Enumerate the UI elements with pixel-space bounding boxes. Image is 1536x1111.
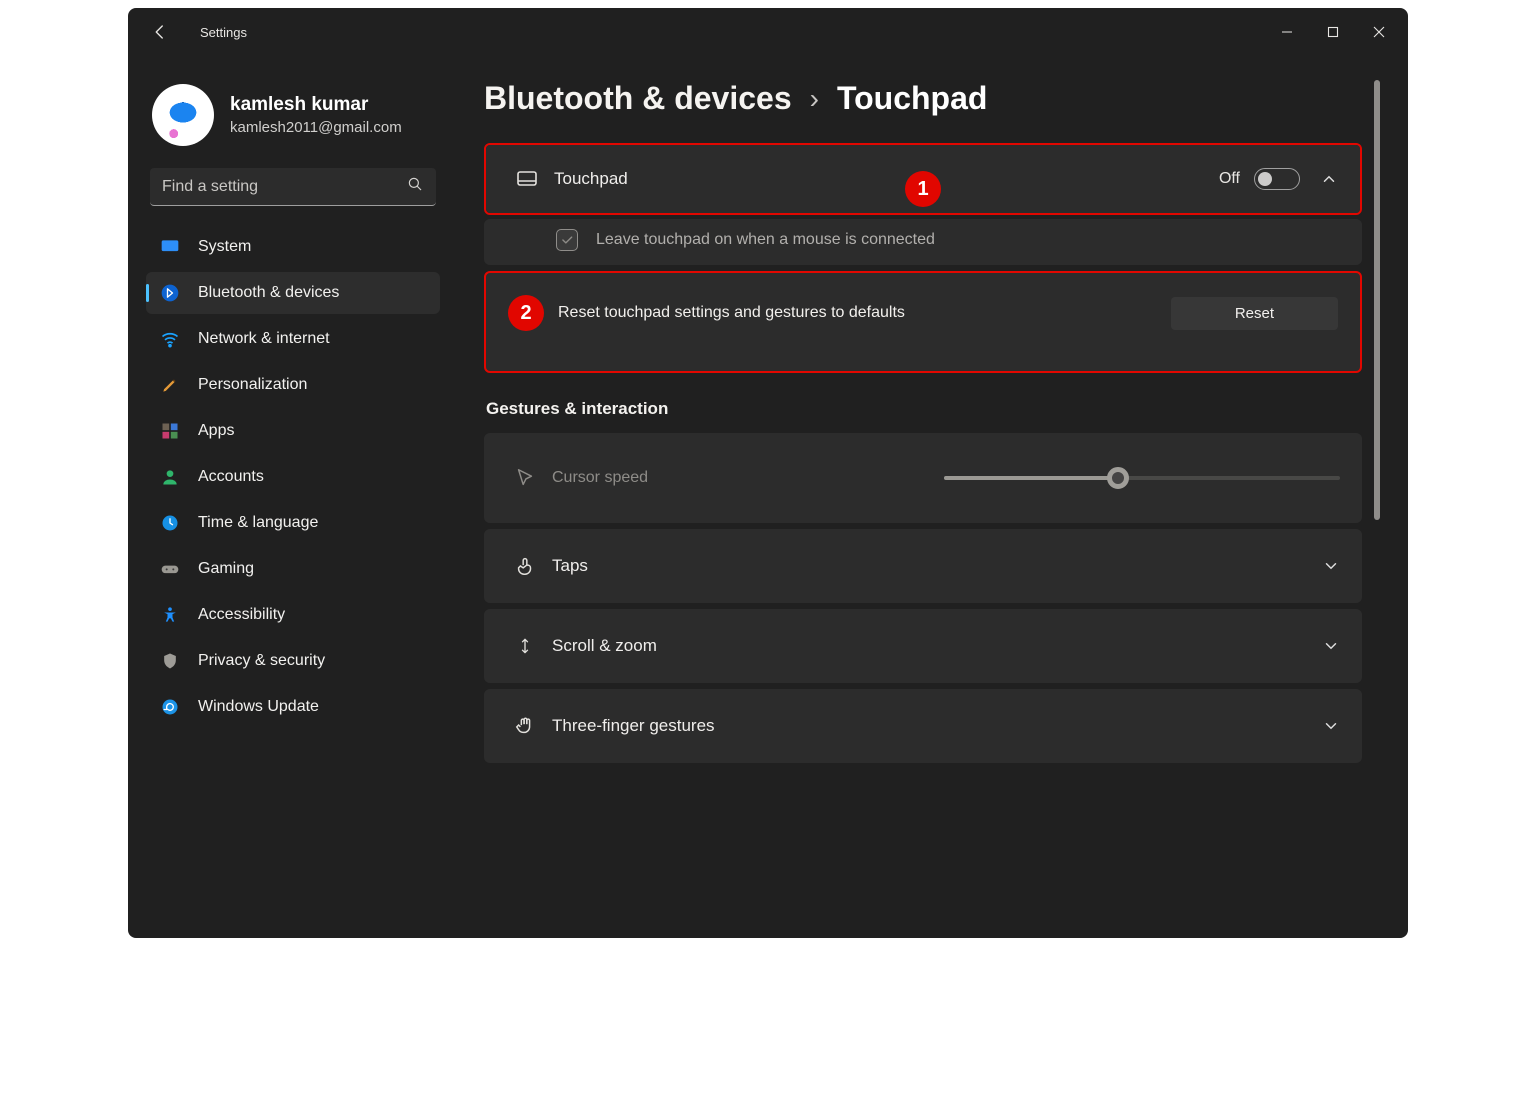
sidebar-item-label: Privacy & security: [198, 652, 325, 670]
reset-label: Reset touchpad settings and gestures to …: [558, 302, 905, 324]
scroll-icon: [506, 636, 544, 656]
sidebar-item-personalization[interactable]: Personalization: [146, 364, 440, 406]
taps-label: Taps: [552, 556, 588, 576]
scroll-zoom-label: Scroll & zoom: [552, 636, 657, 656]
hand-icon: [506, 715, 544, 737]
touchpad-toggle[interactable]: [1254, 168, 1300, 190]
nav-list: System Bluetooth & devices Network & int…: [146, 226, 440, 728]
leave-touchpad-sub-panel: Leave touchpad on when a mouse is connec…: [484, 219, 1362, 265]
search-input[interactable]: [162, 178, 406, 196]
scrollbar-thumb[interactable]: [1374, 80, 1380, 520]
window-controls: [1264, 16, 1402, 48]
sidebar-item-label: Network & internet: [198, 330, 330, 348]
sidebar-item-label: System: [198, 238, 251, 256]
annotation-box-2: 2 Reset touchpad settings and gestures t…: [484, 271, 1362, 373]
close-button[interactable]: [1356, 16, 1402, 48]
scroll-zoom-panel[interactable]: Scroll & zoom: [484, 609, 1362, 683]
chevron-down-icon: [1322, 557, 1340, 575]
wifi-icon: [160, 329, 180, 349]
search-box[interactable]: [150, 168, 436, 206]
touchpad-icon: [508, 167, 546, 191]
sidebar-item-label: Accounts: [198, 468, 264, 486]
sidebar-item-bluetooth-devices[interactable]: Bluetooth & devices: [146, 272, 440, 314]
cursor-speed-panel: Cursor speed: [484, 433, 1362, 523]
touchpad-label: Touchpad: [554, 169, 628, 189]
chevron-down-icon: [1322, 717, 1340, 735]
taps-panel[interactable]: Taps: [484, 529, 1362, 603]
sidebar-item-label: Time & language: [198, 514, 318, 532]
breadcrumb-parent[interactable]: Bluetooth & devices: [484, 80, 792, 117]
breadcrumb-leaf: Touchpad: [837, 80, 988, 117]
paintbrush-icon: [160, 375, 180, 395]
back-button[interactable]: [142, 14, 178, 50]
annotation-badge-2: 2: [508, 295, 544, 331]
main-area: Bluetooth & devices › Touchpad 1 Touchpa…: [450, 56, 1408, 938]
scrollbar[interactable]: [1370, 80, 1384, 938]
user-block[interactable]: kamlesh kumar kamlesh2011@gmail.com: [146, 84, 440, 168]
cursor-speed-slider[interactable]: [944, 476, 1340, 480]
chevron-up-icon[interactable]: [1320, 170, 1338, 188]
sidebar-item-privacy-security[interactable]: Privacy & security: [146, 640, 440, 682]
toggle-state-text: Off: [1219, 170, 1240, 188]
apps-icon: [160, 421, 180, 441]
update-icon: [160, 697, 180, 717]
sidebar-item-network[interactable]: Network & internet: [146, 318, 440, 360]
breadcrumb: Bluetooth & devices › Touchpad: [484, 80, 1362, 117]
sidebar-item-label: Accessibility: [198, 606, 285, 624]
sidebar-item-label: Bluetooth & devices: [198, 284, 339, 302]
cursor-speed-label: Cursor speed: [552, 469, 648, 487]
user-name: kamlesh kumar: [230, 94, 402, 116]
gamepad-icon: [160, 559, 180, 579]
accessibility-icon: [160, 605, 180, 625]
monitor-icon: [160, 237, 180, 257]
three-finger-label: Three-finger gestures: [552, 716, 715, 736]
leave-touchpad-checkbox[interactable]: [556, 229, 578, 251]
content: Bluetooth & devices › Touchpad 1 Touchpa…: [484, 80, 1362, 938]
annotation-badge-1: 1: [905, 171, 941, 207]
gestures-section-title: Gestures & interaction: [486, 399, 1362, 419]
reset-button[interactable]: Reset: [1171, 297, 1338, 330]
user-email: kamlesh2011@gmail.com: [230, 119, 402, 136]
person-icon: [160, 467, 180, 487]
sidebar-item-label: Apps: [198, 422, 234, 440]
shield-icon: [160, 651, 180, 671]
minimize-button[interactable]: [1264, 16, 1310, 48]
app-title: Settings: [200, 25, 247, 40]
search-icon: [406, 175, 424, 198]
sidebar-item-time-language[interactable]: Time & language: [146, 502, 440, 544]
sidebar-item-accounts[interactable]: Accounts: [146, 456, 440, 498]
sidebar-item-label: Gaming: [198, 560, 254, 578]
body: kamlesh kumar kamlesh2011@gmail.com Syst…: [128, 56, 1408, 938]
cursor-icon: [506, 467, 544, 489]
sidebar-item-apps[interactable]: Apps: [146, 410, 440, 452]
settings-window: Settings kamlesh kumar kamlesh2011@gmail…: [128, 8, 1408, 938]
title-bar: Settings: [128, 8, 1408, 56]
tap-icon: [506, 555, 544, 577]
three-finger-panel[interactable]: Three-finger gestures: [484, 689, 1362, 763]
sidebar-item-label: Personalization: [198, 376, 307, 394]
chevron-right-icon: ›: [810, 83, 819, 115]
chevron-down-icon: [1322, 637, 1340, 655]
leave-touchpad-row[interactable]: Leave touchpad on when a mouse is connec…: [484, 219, 1362, 265]
leave-touchpad-label: Leave touchpad on when a mouse is connec…: [596, 231, 935, 249]
sidebar-item-windows-update[interactable]: Windows Update: [146, 686, 440, 728]
maximize-button[interactable]: [1310, 16, 1356, 48]
sidebar-item-label: Windows Update: [198, 698, 319, 716]
sidebar-item-gaming[interactable]: Gaming: [146, 548, 440, 590]
clock-icon: [160, 513, 180, 533]
sidebar-item-system[interactable]: System: [146, 226, 440, 268]
avatar: [152, 84, 214, 146]
bluetooth-icon: [160, 283, 180, 303]
sidebar-item-accessibility[interactable]: Accessibility: [146, 594, 440, 636]
annotation-box-1: 1 Touchpad Off: [484, 143, 1362, 215]
sidebar: kamlesh kumar kamlesh2011@gmail.com Syst…: [128, 56, 450, 938]
